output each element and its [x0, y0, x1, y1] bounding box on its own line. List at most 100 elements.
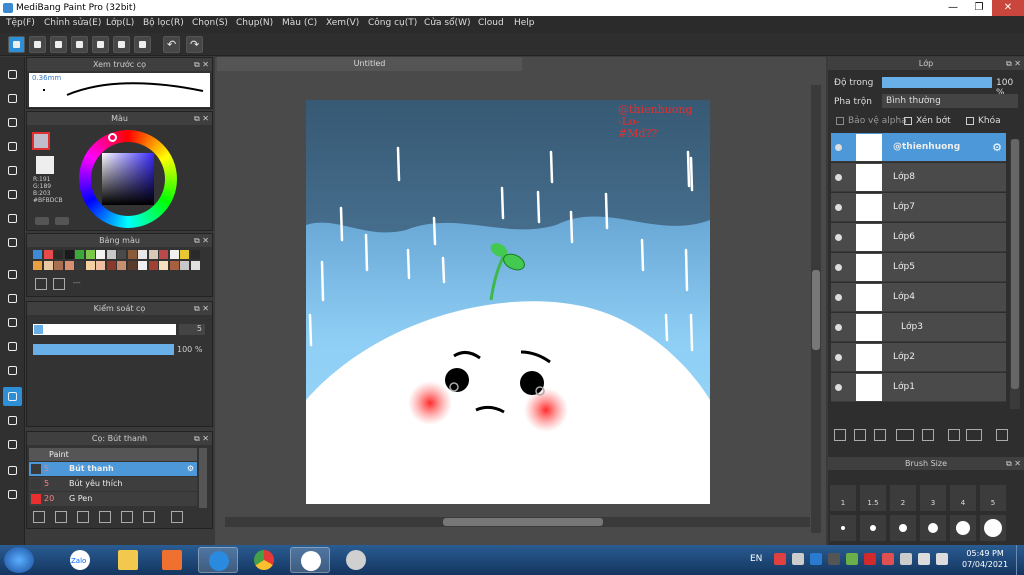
merge-layer-icon[interactable] [966, 429, 982, 441]
panel-controls-icon[interactable]: ⧉ ✕ [194, 432, 209, 445]
palette-swatch[interactable] [64, 261, 74, 270]
delete-layer-icon[interactable] [996, 429, 1008, 441]
palette-swatch[interactable] [148, 250, 158, 259]
start-button[interactable] [4, 547, 34, 573]
fill-rect-tool-icon[interactable] [3, 185, 22, 204]
brush-size-dot-cell[interactable] [890, 515, 916, 541]
eye-icon[interactable] [835, 294, 842, 301]
palette-swatch[interactable] [54, 250, 63, 259]
palette-swatch[interactable] [180, 261, 189, 270]
new-layer-icon[interactable] [834, 429, 846, 441]
panel-controls-icon[interactable]: ⧉ ✕ [1006, 457, 1021, 470]
eraser-tool-icon[interactable] [3, 89, 22, 108]
layer-import-icon[interactable] [874, 429, 886, 441]
brush-group[interactable]: Paint [29, 448, 197, 461]
lock-checkbox[interactable] [966, 117, 974, 125]
layer-item[interactable]: Lớp4 [831, 283, 1006, 312]
color-mode-button-2[interactable] [55, 217, 69, 225]
brush-add-icon[interactable] [33, 511, 45, 523]
palette-swatch[interactable] [33, 261, 42, 270]
divide-tool-icon[interactable] [3, 411, 22, 430]
palette-swatch[interactable] [190, 261, 200, 270]
layer-item[interactable]: Lớp7 [831, 193, 1006, 222]
menu-window[interactable]: Cửa sổ(W) [424, 18, 470, 28]
palette-swatch[interactable] [54, 261, 63, 270]
gear-icon[interactable]: ⚙ [992, 141, 1002, 154]
brush-size-dot-cell[interactable] [830, 515, 856, 541]
grid-icon[interactable] [113, 36, 130, 53]
brush-size-cell[interactable]: 1.5 [860, 485, 886, 511]
brush-size-cell[interactable]: 1 [830, 485, 856, 511]
eyedropper-tool-icon[interactable] [3, 435, 22, 454]
brush-tool-icon[interactable] [3, 65, 22, 84]
eye-icon[interactable] [835, 324, 842, 331]
brush-list-scrollbar[interactable] [199, 448, 207, 508]
tray-app-icon-3[interactable] [828, 553, 840, 565]
background-color-swatch[interactable] [36, 156, 54, 174]
select-tool-icon[interactable] [3, 265, 22, 284]
dot-tool-icon[interactable] [3, 137, 22, 156]
panel-controls-icon[interactable]: ⧉ ✕ [194, 58, 209, 71]
palette-swatch[interactable] [138, 261, 147, 270]
panel-controls-icon[interactable]: ⧉ ✕ [194, 234, 209, 247]
panel-controls-icon[interactable]: ⧉ ✕ [1006, 57, 1021, 70]
bluetooth-icon[interactable] [810, 553, 822, 565]
chrome-icon[interactable] [244, 547, 284, 573]
palette-swatch[interactable] [33, 250, 42, 259]
horizontal-scrollbar[interactable] [225, 517, 810, 527]
hue-wheel[interactable] [79, 130, 177, 228]
layer-item[interactable]: Lớp3 [831, 313, 1006, 342]
media-icon[interactable] [152, 547, 192, 573]
menu-select[interactable]: Chọn(S) [192, 18, 228, 28]
palette-swatch[interactable] [159, 261, 168, 270]
canvas[interactable]: @thienhuong -Lo- #Md?? [306, 100, 710, 504]
clipping-checkbox[interactable] [904, 117, 912, 125]
layer-list-scrollbar[interactable] [1010, 139, 1020, 409]
eye-icon[interactable] [835, 384, 842, 391]
palette-swatch[interactable] [106, 261, 116, 270]
brush-delete-icon[interactable] [171, 511, 183, 523]
layer-item[interactable]: Lớp8 [831, 163, 1006, 192]
move-tool-icon[interactable] [3, 161, 22, 180]
rect-select-tool-icon[interactable] [3, 113, 22, 132]
layer-item[interactable]: Lớp1 [831, 373, 1006, 402]
duplicate-layer-icon[interactable] [948, 429, 960, 441]
brush-size-cell[interactable]: 5 [980, 485, 1006, 511]
gear-icon[interactable]: ⚙ [187, 462, 194, 476]
select-pen-tool-icon[interactable] [3, 337, 22, 356]
brush-size-cell[interactable]: 4 [950, 485, 976, 511]
volume-icon[interactable] [936, 553, 948, 565]
color-mode-button[interactable] [35, 217, 49, 225]
brush-size-cell[interactable]: 2 [890, 485, 916, 511]
menu-capture[interactable]: Chụp(N) [236, 18, 273, 28]
gradient-tool-icon[interactable] [3, 233, 22, 252]
delete-palette-icon[interactable] [53, 278, 65, 290]
panel-controls-icon[interactable]: ⧉ ✕ [194, 302, 209, 315]
brush-copy-icon[interactable] [77, 511, 89, 523]
paint-app-icon[interactable] [290, 547, 330, 573]
tray-app-icon-4[interactable] [882, 553, 894, 565]
tray-v-icon[interactable] [864, 553, 876, 565]
brush-menu-icon[interactable] [99, 511, 111, 523]
palette-swatch[interactable] [43, 250, 53, 259]
layer-item[interactable]: Lớp2 [831, 343, 1006, 372]
protect-alpha-checkbox[interactable] [836, 117, 844, 125]
palette-swatch[interactable] [127, 261, 137, 270]
palette-swatch[interactable] [64, 250, 74, 259]
battery-icon[interactable] [900, 553, 912, 565]
eye-icon[interactable] [835, 204, 842, 211]
menu-tools[interactable]: Công cụ(T) [368, 18, 417, 28]
palette-swatch[interactable] [75, 261, 84, 270]
blend-mode-select[interactable]: Bình thường [882, 94, 1018, 108]
brush-size-value[interactable]: 5 [179, 324, 205, 335]
network-icon[interactable] [918, 553, 930, 565]
palette-swatch[interactable] [85, 250, 95, 259]
palette-swatch[interactable] [85, 261, 95, 270]
export-icon[interactable] [29, 36, 46, 53]
menu-view[interactable]: Xem(V) [326, 18, 359, 28]
layer-item[interactable]: Lớp5 [831, 253, 1006, 282]
palette-swatch[interactable] [43, 261, 53, 270]
lasso-tool-icon[interactable] [3, 289, 22, 308]
page-icon[interactable] [71, 36, 88, 53]
new-palette-icon[interactable] [35, 278, 47, 290]
